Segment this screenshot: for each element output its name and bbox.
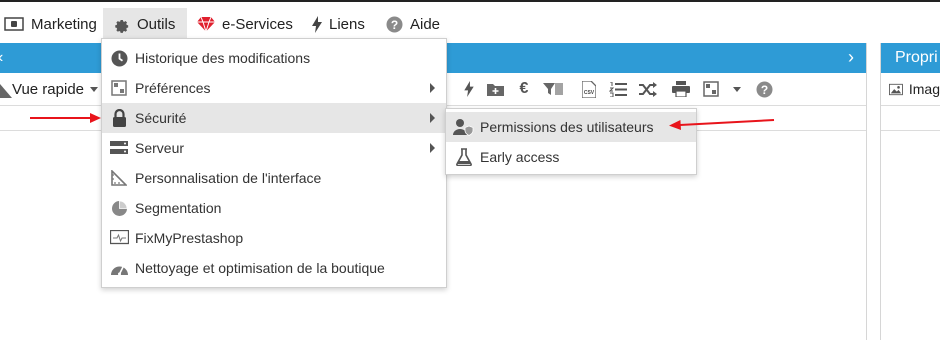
menu-item-label: Personnalisation de l'interface [135,170,322,186]
chevron-left-icon[interactable]: ‹ [0,49,3,67]
menu-eservices-label: e-Services [222,15,293,33]
gear-icon [113,16,130,33]
menu-item-fixmyprestashop[interactable]: FixMyPrestashop [102,223,446,253]
outils-dropdown-menu: Historique des modifications Préférences… [101,38,447,288]
barcode-filter-icon[interactable] [543,79,563,99]
menu-item-permissions[interactable]: Permissions des utilisateurs [446,112,696,142]
ruler-icon [0,83,12,98]
menu-item-early-access[interactable]: Early access [446,142,696,172]
banknote-icon [4,17,24,31]
menu-item-securite[interactable]: Sécurité [102,103,446,133]
csv-file-icon[interactable]: CSV [579,79,599,99]
svg-text:CSV: CSV [584,90,595,96]
lock-icon [109,108,129,128]
menu-liens[interactable]: Liens [312,8,365,40]
pie-icon [109,198,129,218]
menu-item-label: Préférences [135,80,211,96]
menu-marketing-label: Marketing [31,15,97,33]
bolt-icon [312,15,322,33]
menu-outils-label: Outils [137,15,176,33]
menu-item-label: Historique des modifications [135,50,311,66]
menu-liens-label: Liens [329,15,365,33]
properties-row [881,106,940,131]
menu-item-label: Early access [480,149,560,165]
svg-text:?: ? [391,18,398,32]
securite-submenu: Permissions des utilisateurs Early acces… [445,108,697,175]
menu-item-label: Permissions des utilisateurs [480,119,654,135]
image-icon [889,83,903,95]
ruler-icon [109,168,129,188]
menu-item-label: Segmentation [135,200,222,216]
menu-marketing[interactable]: Marketing [4,8,97,40]
menu-item-serveur[interactable]: Serveur [102,133,446,163]
user-shield-icon [453,117,475,137]
menu-item-label: Nettoyage et optimisation de la boutique [135,260,385,276]
chevron-right-icon [430,113,435,123]
properties-panel: Propri Imag [880,43,940,340]
clock-icon [109,48,129,68]
top-rule [0,0,940,2]
question-icon: ? [386,16,403,33]
quick-view-label: Vue rapide [12,81,84,98]
menu-item-label: Sécurité [135,110,187,126]
menu-item-personnalisation[interactable]: Personnalisation de l'interface [102,163,446,193]
printer-icon[interactable] [671,79,691,99]
menu-aide[interactable]: ? Aide [386,8,440,40]
menu-eservices[interactable]: e-Services [197,8,293,40]
gem-icon [197,16,215,32]
menu-item-nettoyage[interactable]: Nettoyage et optimisation de la boutique [102,253,446,283]
images-tab-label: Imag [908,81,940,97]
server-icon [109,138,129,158]
bolt-icon[interactable] [459,79,479,99]
chevron-right-icon[interactable]: › [848,47,854,68]
question-icon[interactable]: ? [754,79,774,99]
quick-view-dropdown[interactable]: Vue rapide [0,73,98,106]
top-menubar: Marketing Outils e-Services Liens ? Aide [0,8,940,40]
menu-item-label: Serveur [135,140,185,156]
gauge-icon [109,258,129,278]
preferences-icon [109,78,129,98]
properties-panel-title: Propri [881,43,940,73]
chevron-down-icon[interactable] [727,79,747,99]
ordered-list-icon[interactable] [608,79,628,99]
euro-icon[interactable]: € [514,79,534,99]
menu-outils[interactable]: Outils [103,8,187,40]
menu-item-historique[interactable]: Historique des modifications [102,43,446,73]
chevron-right-icon [430,143,435,153]
menu-item-preferences[interactable]: Préférences [102,73,446,103]
menu-aide-label: Aide [410,15,441,33]
images-tab[interactable]: Imag [881,73,940,106]
shuffle-icon[interactable] [638,79,658,99]
menu-item-label: FixMyPrestashop [135,230,244,246]
preferences-icon[interactable] [701,79,721,99]
menu-item-segmentation[interactable]: Segmentation [102,193,446,223]
svg-text:?: ? [760,83,767,97]
flask-icon [453,147,475,167]
chevron-right-icon [430,83,435,93]
chevron-down-icon [90,87,98,92]
monitor-icon [109,228,129,248]
add-folder-icon[interactable] [485,79,505,99]
